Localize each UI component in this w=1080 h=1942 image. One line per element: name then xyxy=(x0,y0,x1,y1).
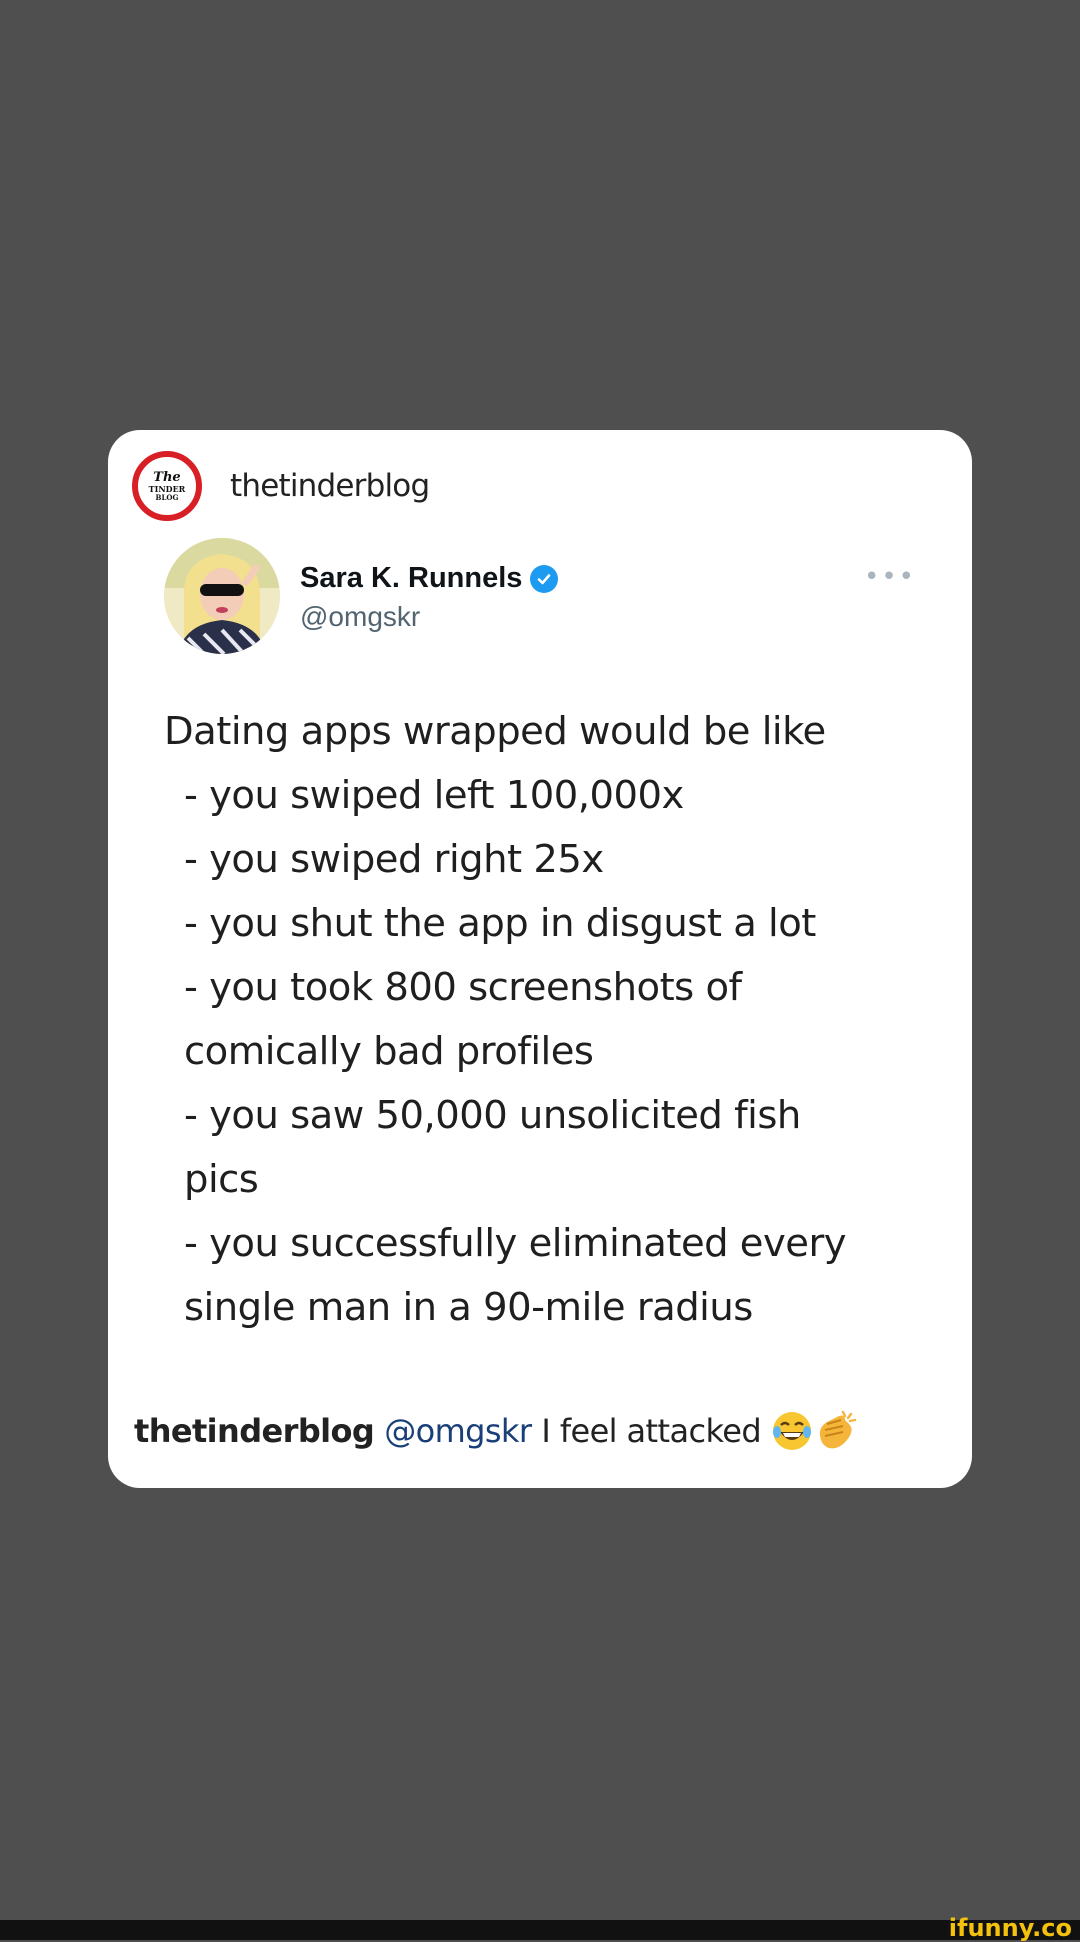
caption-emoji xyxy=(771,1410,859,1452)
tweet-header: Sara K. Runnels @omgskr ••• xyxy=(164,538,954,654)
post-caption: thetinderblog @omgskr I feel attacked xyxy=(134,1410,859,1452)
post-account-name[interactable]: thetinderblog xyxy=(230,468,430,504)
tweet-line: - you swiped right 25x xyxy=(184,837,604,882)
tweet-line: - you took 800 screenshots of xyxy=(184,965,742,1010)
ifunny-watermark: ifunny.co xyxy=(948,1914,1072,1942)
tinderblog-logo[interactable]: The TINDER BLOG xyxy=(132,451,202,521)
tweet-display-name[interactable]: Sara K. Runnels xyxy=(300,562,522,595)
caption-username[interactable]: thetinderblog xyxy=(134,1412,375,1450)
avatar-photo xyxy=(164,538,280,654)
tweet-handle[interactable]: @omgskr xyxy=(300,601,558,633)
logo-line-3: BLOG xyxy=(155,493,179,502)
tweet-line: - you saw 50,000 unsolicited fish xyxy=(184,1093,801,1138)
avatar[interactable] xyxy=(164,538,280,654)
tweet-text: Dating apps wrapped would be like - you … xyxy=(164,700,954,1340)
bottom-bar xyxy=(0,1920,1080,1940)
tweet-line: Dating apps wrapped would be like xyxy=(164,709,826,754)
tweet-line: - you shut the app in disgust a lot xyxy=(184,901,816,946)
post-card: The TINDER BLOG thetinderblog Sara K. Ru… xyxy=(108,430,972,1488)
caption-mention-link[interactable]: @omgskr xyxy=(384,1412,532,1450)
verified-badge-icon xyxy=(530,564,559,593)
tweet-line: comically bad profiles xyxy=(184,1029,594,1074)
laughing-tears-emoji-icon xyxy=(773,1412,812,1450)
tweet-screenshot: Sara K. Runnels @omgskr ••• Dating apps … xyxy=(164,538,954,1340)
tweet-line: pics xyxy=(184,1157,259,1202)
more-options-icon[interactable]: ••• xyxy=(864,564,916,590)
clapping-hands-emoji-icon xyxy=(819,1410,857,1449)
logo-line-1: The xyxy=(153,470,181,485)
caption-text: I feel attacked xyxy=(541,1412,762,1450)
logo-line-2: TINDER xyxy=(148,484,186,494)
tweet-line: - you successfully eliminated every xyxy=(184,1221,847,1266)
tweet-line: - you swiped left 100,000x xyxy=(184,773,684,818)
post-header: The TINDER BLOG thetinderblog xyxy=(132,450,430,522)
tweet-line: single man in a 90-mile radius xyxy=(184,1285,753,1330)
